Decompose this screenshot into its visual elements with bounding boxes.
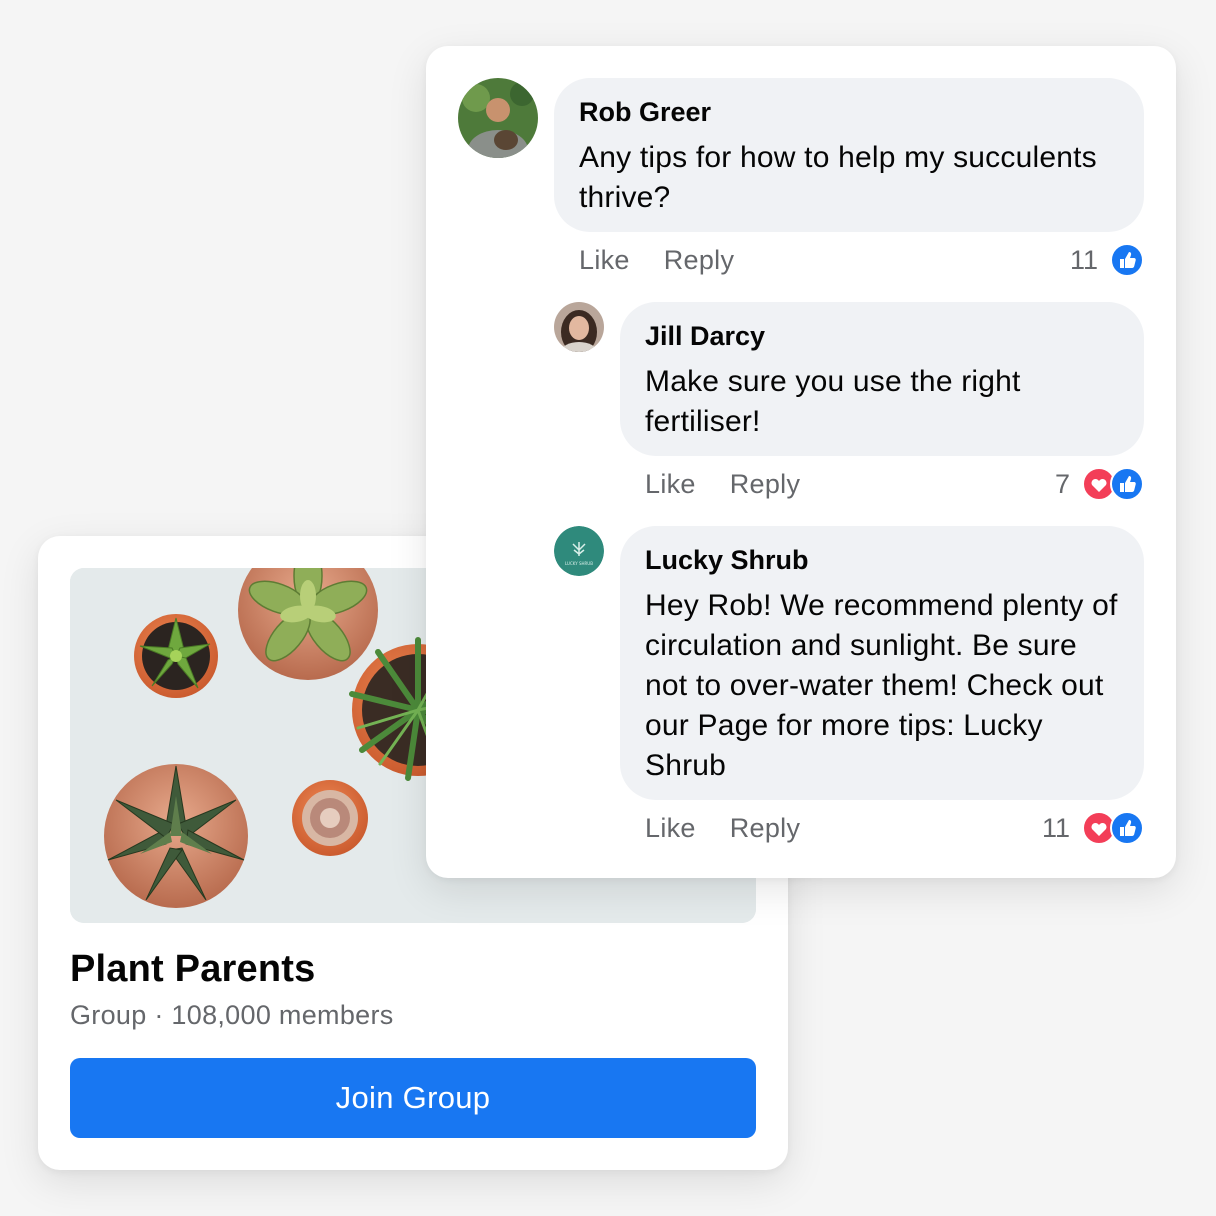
avatar-rob-greer[interactable] bbox=[458, 78, 538, 158]
reaction-count: 11 bbox=[1069, 244, 1098, 275]
comment-actions: Like Reply bbox=[645, 808, 800, 848]
like-button[interactable]: Like bbox=[645, 813, 696, 844]
like-button[interactable]: Like bbox=[579, 245, 630, 276]
reaction-summary[interactable]: 11 bbox=[1042, 808, 1144, 848]
group-name[interactable]: Plant Parents bbox=[70, 948, 315, 991]
comment-bubble: Jill Darcy Make sure you use the right f… bbox=[620, 302, 1144, 456]
plant-pot-small bbox=[134, 614, 218, 698]
lucky-shrub-logo-text: LUCKY SHRUB bbox=[565, 561, 593, 566]
avatar-lucky-shrub[interactable]: LUCKY SHRUB bbox=[554, 526, 604, 576]
reply-button[interactable]: Reply bbox=[664, 245, 735, 276]
comment-author[interactable]: Lucky Shrub bbox=[645, 542, 1119, 578]
comment-actions: Like Reply bbox=[579, 240, 734, 280]
reaction-count: 7 bbox=[1054, 468, 1070, 499]
comment-bubble: Rob Greer Any tips for how to help my su… bbox=[554, 78, 1144, 232]
like-button[interactable]: Like bbox=[645, 469, 696, 500]
comment-author[interactable]: Rob Greer bbox=[579, 94, 1119, 130]
avatar-jill-darcy[interactable] bbox=[554, 302, 604, 352]
plant-pot-cork-bottom bbox=[104, 764, 248, 908]
reaction-summary[interactable]: 11 bbox=[1070, 240, 1144, 280]
comment-actions: Like Reply bbox=[645, 464, 800, 504]
comments-card: Rob Greer Any tips for how to help my su… bbox=[426, 46, 1176, 878]
like-icon bbox=[1110, 811, 1144, 845]
comment-text: Any tips for how to help my succulents t… bbox=[579, 141, 1097, 214]
group-meta: Group · 108,000 members bbox=[70, 1000, 394, 1030]
comment-text: Make sure you use the right fertiliser! bbox=[645, 365, 1021, 438]
reply-button[interactable]: Reply bbox=[730, 469, 801, 500]
comment-text: Hey Rob! We recommend plenty of circulat… bbox=[645, 589, 1118, 782]
plant-pot-cactus bbox=[292, 780, 368, 856]
join-group-label: Join Group bbox=[335, 1080, 491, 1115]
comment-bubble: Lucky Shrub Hey Rob! We recommend plenty… bbox=[620, 526, 1144, 800]
reaction-count: 11 bbox=[1041, 812, 1070, 843]
reply-button[interactable]: Reply bbox=[730, 813, 801, 844]
join-group-button[interactable]: Join Group bbox=[70, 1058, 756, 1138]
reaction-summary[interactable]: 7 bbox=[1055, 464, 1144, 504]
like-icon bbox=[1110, 467, 1144, 501]
comment-author[interactable]: Jill Darcy bbox=[645, 318, 1119, 354]
like-icon bbox=[1110, 243, 1144, 277]
